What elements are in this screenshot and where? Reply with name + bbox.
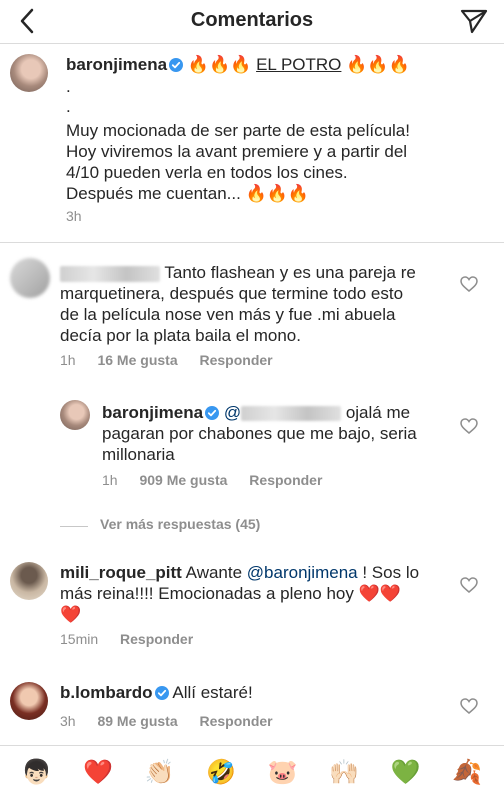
heart-icon[interactable] — [460, 698, 478, 714]
more-replies-divider — [60, 526, 88, 527]
redacted-username — [60, 265, 160, 282]
heart-icon[interactable] — [460, 418, 478, 434]
reply-button[interactable]: Responder — [120, 631, 193, 647]
direct-message-button[interactable] — [458, 6, 490, 36]
comment-line: ! Sos lo — [362, 563, 420, 582]
caption-line: Muy mocionada de ser parte de esta pelíc… — [66, 121, 410, 140]
reply-line: millonaria — [102, 445, 175, 464]
comment-line: más reina!!!! Emocionadas a pleno hoy ❤️… — [60, 584, 401, 603]
reply-line: pagaran por chabones que me bajo, seria — [102, 424, 417, 443]
caption-line: Hoy viviremos la avant premiere y a part… — [66, 142, 408, 161]
avatar[interactable] — [10, 562, 48, 600]
username[interactable]: baronjimena — [66, 55, 167, 74]
verified-badge-icon — [169, 58, 184, 72]
divider — [0, 242, 504, 243]
emoji-boy[interactable]: 👦🏻 — [17, 759, 57, 787]
emoji-pig-face[interactable]: 🐷 — [263, 759, 303, 787]
comment-line: Tanto flashean y es una pareja re — [164, 263, 416, 282]
likes-count[interactable]: 89 Me gusta — [97, 713, 177, 729]
reply-time: 1h — [102, 472, 118, 488]
comment-text: Tanto flashean y es una pareja re — [60, 262, 460, 283]
username[interactable]: b.lombardo — [60, 683, 153, 702]
caption-header: baronjimena 🔥🔥🔥 EL POTRO 🔥🔥🔥 — [66, 54, 496, 75]
verified-badge-icon — [205, 406, 220, 420]
paper-plane-icon — [460, 9, 488, 34]
comment-time: 3h — [60, 713, 76, 729]
caption-dot: . — [66, 97, 71, 116]
page-title: Comentarios — [190, 9, 314, 31]
mention-link[interactable]: @baronjimena — [247, 563, 358, 582]
heart-icon[interactable] — [460, 276, 478, 292]
likes-count[interactable]: 909 Me gusta — [139, 472, 227, 488]
emoji-quick-reactions: 👦🏻 ❤️ 👏🏻 🤣 🐷 🙌🏻 💚 🍂 — [0, 745, 504, 800]
comment-text: mili_roque_pitt Awante @baronjimena ! So… — [60, 562, 460, 583]
reply-button[interactable]: Responder — [249, 472, 322, 488]
emoji-raising-hands[interactable]: 🙌🏻 — [324, 759, 364, 787]
reply-line: ojalá me — [345, 403, 411, 422]
comment-meta: 15min Responder — [60, 631, 211, 647]
avatar[interactable] — [60, 400, 90, 430]
caption-line: Después me cuentan... 🔥🔥🔥 — [66, 184, 310, 203]
comment-line: marquetinera, después que termine todo e… — [60, 284, 404, 303]
avatar[interactable] — [10, 54, 48, 92]
comment-time: 1h — [60, 352, 76, 368]
username[interactable]: baronjimena — [102, 403, 203, 422]
caption-line: 4/10 pueden verla en todos los cines. — [66, 163, 348, 182]
header-bar: Comentarios — [0, 0, 504, 44]
heart-icon[interactable] — [460, 577, 478, 593]
avatar[interactable] — [10, 682, 48, 720]
emoji-fallen-leaf[interactable]: 🍂 — [447, 759, 487, 787]
emoji-red-heart[interactable]: ❤️ — [78, 759, 118, 787]
comment-line: decía por la plata baila el mono. — [60, 326, 301, 345]
reply-button[interactable]: Responder — [200, 352, 273, 368]
comment-meta: 3h 89 Me gusta Responder — [60, 713, 291, 729]
comment-line: de la película nose ven más y fue .mi ab… — [60, 305, 396, 324]
comment-time: 15min — [60, 631, 99, 647]
fire-emoji: 🔥🔥🔥 — [187, 55, 252, 74]
comment-text: b.lombardo Allí estaré! — [60, 682, 460, 703]
view-more-replies-button[interactable]: Ver más respuestas (45) — [100, 516, 260, 532]
mention-link[interactable]: @ — [223, 403, 342, 422]
likes-count[interactable]: 16 Me gusta — [97, 352, 177, 368]
comment-meta: 1h 16 Me gusta Responder — [60, 352, 291, 368]
caption-dot: . — [66, 77, 71, 96]
comment-line: ❤️ — [60, 605, 82, 624]
fire-emoji: 🔥🔥🔥 — [346, 55, 410, 74]
caption-time: 3h — [66, 208, 82, 224]
verified-badge-icon — [154, 686, 169, 700]
reply-button[interactable]: Responder — [200, 713, 273, 729]
emoji-green-heart[interactable]: 💚 — [386, 759, 426, 787]
emoji-clapping-hands[interactable]: 👏🏻 — [140, 759, 180, 787]
avatar[interactable] — [10, 258, 50, 298]
caption-title: EL POTRO — [256, 55, 342, 74]
mention-prefix: @ — [223, 403, 242, 422]
username[interactable]: mili_roque_pitt — [60, 563, 182, 582]
comment-line: Awante — [185, 563, 243, 582]
reply-text: baronjimena @ ojalá me — [102, 402, 462, 423]
comment-line: Allí estaré! — [172, 683, 253, 702]
redacted-mention — [241, 406, 342, 422]
emoji-rolling-laughing[interactable]: 🤣 — [201, 759, 241, 787]
reply-meta: 1h 909 Me gusta Responder — [102, 472, 340, 488]
